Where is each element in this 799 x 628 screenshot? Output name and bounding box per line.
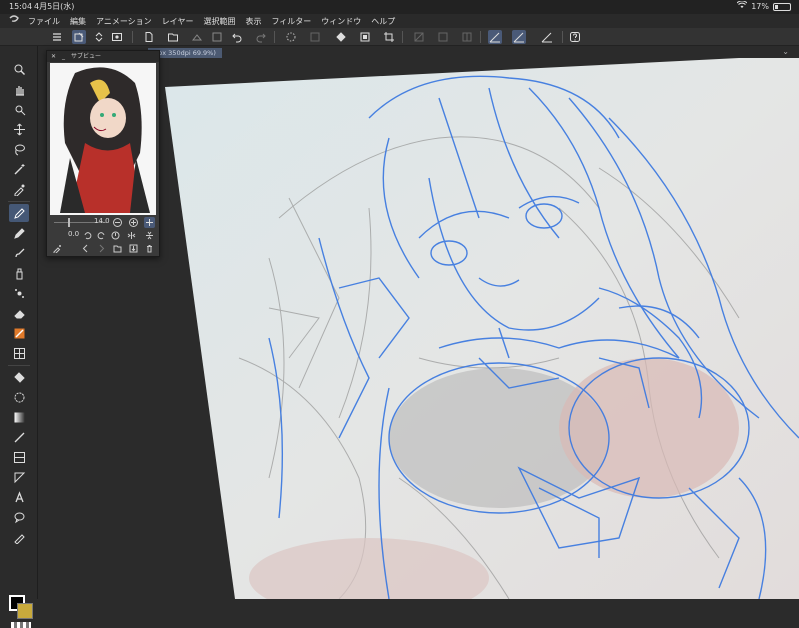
eraser-icon[interactable]: [9, 304, 29, 322]
delete-icon[interactable]: [144, 243, 155, 254]
save-icon[interactable]: [210, 30, 224, 44]
balloon-icon[interactable]: [9, 508, 29, 526]
eyedropper-icon[interactable]: [52, 243, 63, 254]
ios-status-bar: 15:04 4月5日(水) 17%: [0, 0, 799, 14]
menu-help[interactable]: ヘルプ: [371, 16, 401, 27]
import-icon[interactable]: [128, 243, 139, 254]
menu-window[interactable]: ウィンドウ: [321, 16, 367, 27]
rotate-right-icon[interactable]: [96, 230, 107, 241]
subview-titlebar[interactable]: ✕ _ サブビュー: [47, 51, 159, 62]
move-icon[interactable]: [9, 120, 29, 138]
flip-vertical-icon[interactable]: [144, 230, 155, 241]
frame-icon[interactable]: [9, 448, 29, 466]
snap-special-icon[interactable]: [512, 30, 526, 44]
line-icon[interactable]: [9, 428, 29, 446]
fill-bucket-icon[interactable]: [9, 388, 29, 406]
menu-filter[interactable]: フィルター: [271, 16, 317, 27]
menu-icon[interactable]: [50, 30, 64, 44]
fill-bucket-icon[interactable]: [9, 368, 29, 386]
battery-icon: [773, 3, 791, 11]
open-icon[interactable]: [166, 30, 180, 44]
tool-palette: [0, 46, 38, 628]
navigator-icon[interactable]: [144, 217, 155, 228]
decoration-icon[interactable]: [9, 284, 29, 302]
transparent-color-swatch[interactable]: [11, 622, 31, 628]
ruler-tool-icon[interactable]: [9, 468, 29, 486]
zoom-in-icon[interactable]: [128, 217, 139, 228]
next-image-icon[interactable]: [96, 243, 107, 254]
rotate-left-icon[interactable]: [82, 230, 93, 241]
app-logo-icon[interactable]: [0, 14, 28, 28]
magic-wand-icon[interactable]: [9, 160, 29, 178]
close-icon[interactable]: ✕: [51, 51, 56, 62]
correct-line-icon[interactable]: [9, 528, 29, 546]
undo-icon[interactable]: [230, 30, 244, 44]
reset-rotate-icon[interactable]: [110, 230, 121, 241]
subview-rotate-row: 0.0: [50, 229, 158, 242]
ruler-3-icon[interactable]: [460, 30, 474, 44]
crop-icon[interactable]: [382, 30, 396, 44]
open-icon[interactable]: [112, 243, 123, 254]
menu-edit[interactable]: 編集: [70, 16, 92, 27]
menu-layer[interactable]: レイヤー: [162, 16, 200, 27]
subview-zoom-row: 14.0: [50, 216, 158, 229]
loading-icon[interactable]: [284, 30, 298, 44]
sub-color-swatch[interactable]: [17, 603, 33, 619]
new-icon[interactable]: [142, 30, 156, 44]
blend-icon[interactable]: [9, 324, 29, 342]
battery-percent: 17%: [751, 2, 769, 11]
flip-horizontal-icon[interactable]: [126, 230, 137, 241]
subview-reference-image[interactable]: [50, 63, 156, 215]
object-icon[interactable]: [9, 100, 29, 118]
pencil-icon[interactable]: [9, 224, 29, 242]
status-right: 17%: [736, 0, 791, 14]
brush-icon[interactable]: [9, 244, 29, 262]
snap-ruler-icon[interactable]: [488, 30, 502, 44]
wifi-icon: [736, 0, 748, 14]
ruler-2-icon[interactable]: [436, 30, 450, 44]
airbrush-icon[interactable]: [9, 264, 29, 282]
figure-icon[interactable]: [9, 344, 29, 362]
menu-animation[interactable]: アニメーション: [96, 16, 158, 27]
chevron-updown-icon[interactable]: [92, 30, 106, 44]
text-icon[interactable]: [9, 488, 29, 506]
menu-selection[interactable]: 選択範囲: [203, 16, 241, 27]
subview-action-row: [50, 242, 158, 255]
menu-bar: ファイル 編集 アニメーション レイヤー 選択範囲 表示 フィルター ウィンドウ…: [0, 14, 799, 28]
gradient-icon[interactable]: [9, 408, 29, 426]
subview-title: サブビュー: [71, 53, 102, 60]
hand-icon[interactable]: [9, 80, 29, 98]
subview-palette: ✕ _ サブビュー 14.0 0.0: [46, 50, 160, 257]
redo-icon[interactable]: [254, 30, 268, 44]
select-layer-icon[interactable]: [72, 30, 86, 44]
transform-icon[interactable]: [358, 30, 372, 44]
chevron-down-icon[interactable]: ⌄: [782, 47, 789, 56]
zoom-out-icon[interactable]: [112, 217, 123, 228]
pen-icon[interactable]: [9, 204, 29, 222]
save-icon[interactable]: [190, 30, 204, 44]
rotate-value: 0.0: [68, 230, 80, 238]
help-icon[interactable]: [568, 30, 582, 44]
zoom-slider-handle[interactable]: [68, 218, 70, 227]
date: 4月5日(水): [34, 2, 75, 11]
menu-file[interactable]: ファイル: [28, 16, 66, 27]
zoom-icon[interactable]: [9, 60, 29, 78]
canvas-paper: [165, 58, 799, 599]
ruler-icon[interactable]: [412, 30, 426, 44]
view-icon[interactable]: [110, 30, 124, 44]
zoom-value: 14.0: [94, 217, 110, 225]
clear-icon[interactable]: [308, 30, 322, 44]
minimize-icon[interactable]: _: [62, 51, 65, 62]
fill-icon[interactable]: [334, 30, 348, 44]
lasso-icon[interactable]: [9, 140, 29, 158]
snap-grid-icon[interactable]: [540, 30, 554, 44]
command-bar: [0, 28, 799, 46]
menu-view[interactable]: 表示: [245, 16, 267, 27]
eyedropper-icon[interactable]: [9, 180, 29, 198]
previous-image-icon[interactable]: [80, 243, 91, 254]
clock: 15:04: [9, 2, 33, 11]
